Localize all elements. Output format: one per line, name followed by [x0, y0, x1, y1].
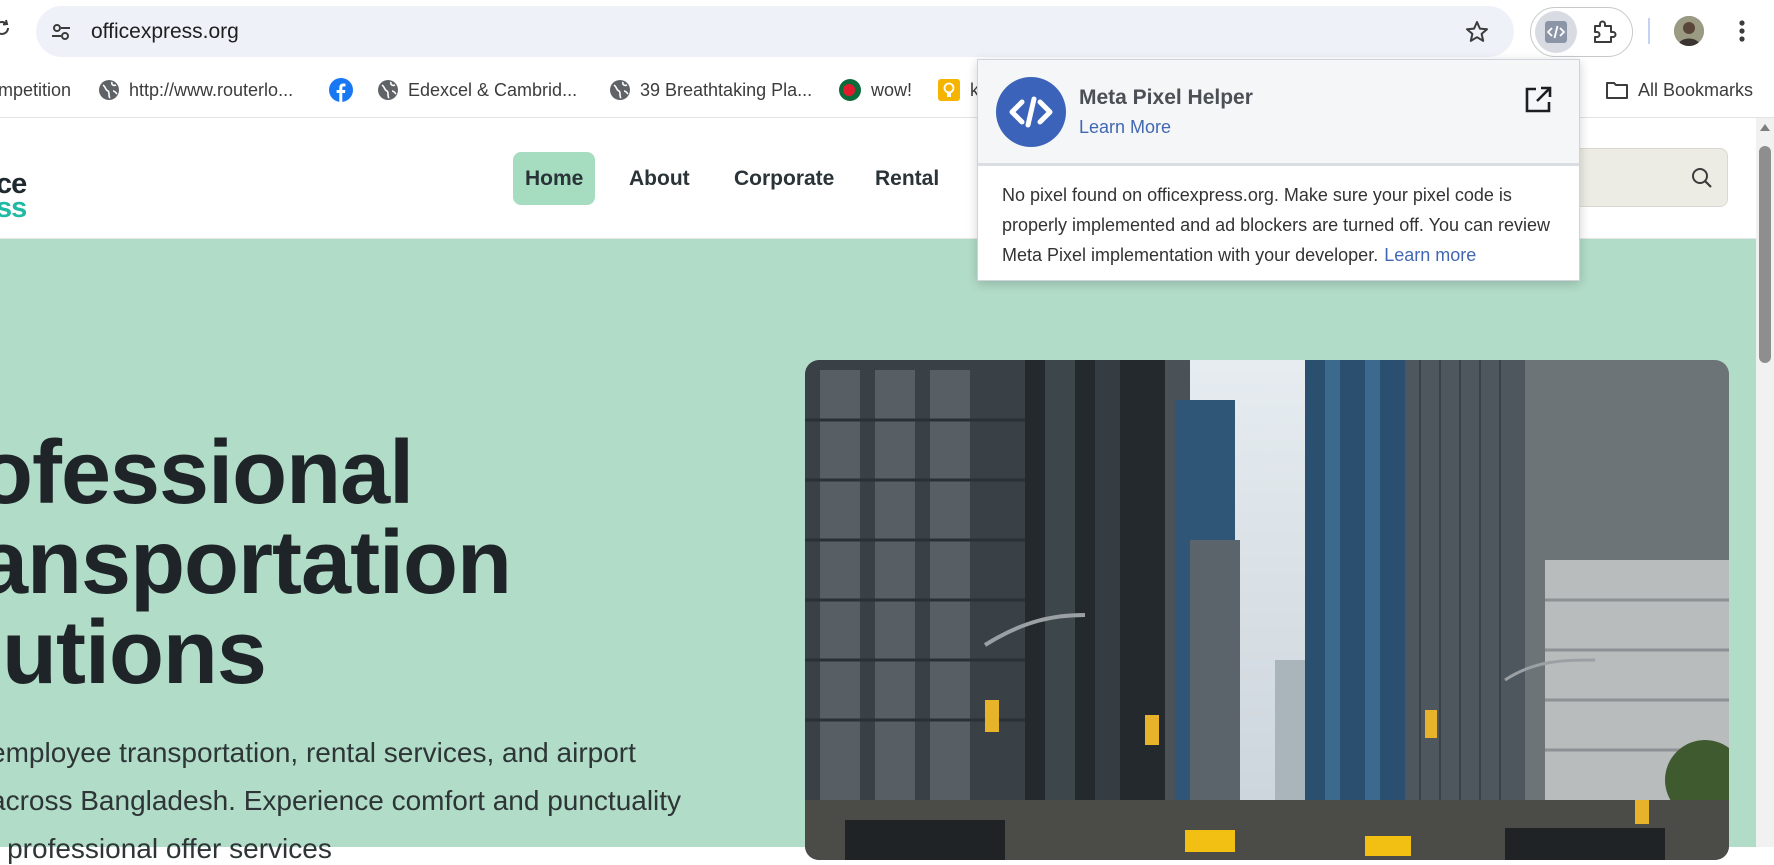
hero-description-line: r professional offer services: [0, 833, 332, 864]
globe-icon: [610, 80, 630, 100]
bookmark-label: wow!: [871, 79, 913, 100]
all-bookmarks-label: All Bookmarks: [1638, 79, 1754, 100]
bookmark-item[interactable]: mpetition: [0, 75, 71, 105]
site-logo-bottom[interactable]: ss: [0, 192, 27, 225]
bookmark-star-icon[interactable]: [1464, 19, 1490, 45]
bookmark-label: http://www.routerlo...: [129, 79, 294, 100]
toolbar-divider: [1648, 18, 1650, 44]
meta-pixel-helper-extension-button[interactable]: [1535, 11, 1577, 53]
nav-corporate[interactable]: Corporate: [722, 152, 846, 205]
bookmark-item[interactable]: 39 Breathtaking Pla...: [609, 75, 812, 105]
hero-description-line: employee transportation, rental services…: [0, 737, 636, 768]
city-street-illustration: [805, 360, 1729, 860]
nav-about[interactable]: About: [617, 152, 702, 205]
all-bookmarks-button[interactable]: All Bookmarks: [1605, 75, 1753, 105]
hero-title-line: ofessional: [0, 423, 414, 523]
browser-toolbar: officexpress.org: [0, 0, 1774, 63]
hero-title-line: ansportation: [0, 513, 512, 613]
popup-header: Meta Pixel Helper Learn More: [978, 60, 1579, 166]
profile-photo-icon: [1674, 16, 1704, 46]
folder-icon: [1606, 82, 1628, 99]
scrollbar-thumb[interactable]: [1759, 146, 1771, 363]
site-info-icon[interactable]: [50, 21, 72, 43]
popup-title: Meta Pixel Helper: [1079, 86, 1253, 109]
bookmark-item[interactable]: wow!: [838, 75, 912, 105]
nav-home[interactable]: Home: [513, 152, 596, 205]
meta-pixel-logo-icon: [996, 77, 1066, 147]
search-icon[interactable]: [1691, 167, 1713, 189]
bookmark-label: mpetition: [0, 79, 72, 100]
code-icon: [1545, 21, 1567, 43]
popup-learn-more-link[interactable]: Learn More: [1079, 117, 1171, 138]
bookmark-item[interactable]: k: [937, 75, 979, 105]
hero-section: ofessional ansportation lutions employee…: [0, 239, 1756, 864]
page-scrollbar[interactable]: [1756, 118, 1774, 847]
bookmark-item[interactable]: Edexcel & Cambrid...: [377, 75, 577, 105]
open-external-icon[interactable]: [1523, 85, 1553, 115]
globe-icon: [99, 80, 119, 100]
url-text[interactable]: officexpress.org: [91, 20, 239, 44]
bookmark-label: 39 Breathtaking Pla...: [640, 79, 813, 100]
hero-title-line: lutions: [0, 603, 267, 703]
meta-pixel-helper-popup: Meta Pixel Helper Learn More No pixel fo…: [977, 59, 1580, 281]
reload-icon[interactable]: [0, 18, 12, 38]
scroll-up-arrow-icon[interactable]: [1760, 124, 1770, 131]
extensions-group: [1530, 7, 1633, 57]
profile-avatar[interactable]: [1674, 16, 1704, 46]
bangladesh-flag-icon: [839, 79, 861, 101]
nav-rental[interactable]: Rental: [863, 152, 951, 205]
hero-description-line: across Bangladesh. Experience comfort an…: [0, 785, 682, 816]
facebook-icon: [329, 78, 353, 102]
bookmark-item[interactable]: http://www.routerlo...: [98, 75, 293, 105]
bulb-icon: [938, 79, 960, 101]
hero-city-image: [805, 360, 1729, 860]
more-menu-icon[interactable]: [1732, 16, 1752, 46]
extensions-puzzle-icon[interactable]: [1590, 18, 1618, 46]
popup-message: No pixel found on officexpress.org. Make…: [1002, 180, 1562, 270]
bookmark-item[interactable]: [329, 75, 353, 105]
globe-icon: [378, 80, 398, 100]
bookmark-label: Edexcel & Cambrid...: [408, 79, 578, 100]
address-bar[interactable]: officexpress.org: [36, 6, 1514, 57]
popup-learn-more-inline-link[interactable]: Learn more: [1384, 245, 1476, 265]
